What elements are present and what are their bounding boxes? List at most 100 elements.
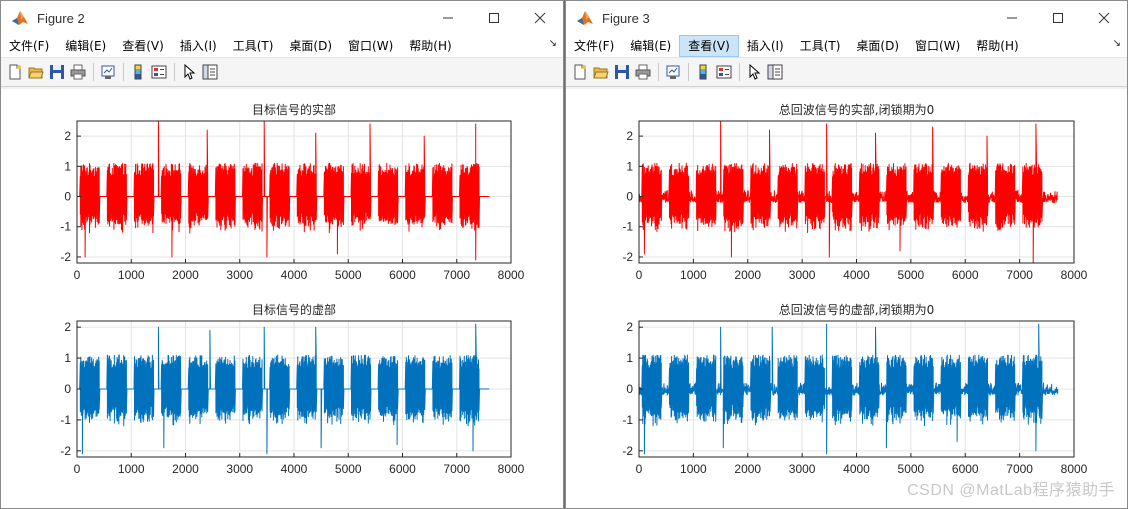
figure-3-window[interactable]: Figure 3 文件(F) 编辑(E) 查看(V) 插入(I) 工具(T) 桌… <box>565 0 1128 509</box>
menu-desktop[interactable]: 桌面(D) <box>848 35 907 57</box>
chart-title: 目标信号的实部 <box>252 102 336 117</box>
matlab-icon <box>11 9 29 27</box>
figure-toolbar <box>566 58 1127 87</box>
x-tick-label: 6000 <box>952 462 979 476</box>
menu-edit[interactable]: 编辑(E) <box>622 35 679 57</box>
toolbar-separator <box>93 63 94 81</box>
open-file-icon[interactable] <box>591 62 611 82</box>
save-icon[interactable] <box>612 62 632 82</box>
y-tick-label: 1 <box>626 351 633 365</box>
figure-toolbar <box>1 58 563 87</box>
x-tick-label: 2000 <box>172 462 199 476</box>
x-tick-label: 3000 <box>789 268 816 282</box>
menu-help[interactable]: 帮助(H) <box>968 35 1026 57</box>
figure-2-window[interactable]: Figure 2 文件(F) 编辑(E) 查看(V) 插入(I) 工具(T) 桌… <box>0 0 564 509</box>
x-tick-label: 5000 <box>335 268 362 282</box>
menu-file[interactable]: 文件(F) <box>566 35 622 57</box>
menu-bar: 文件(F) 编辑(E) 查看(V) 插入(I) 工具(T) 桌面(D) 窗口(W… <box>1 35 563 58</box>
open-file-icon[interactable] <box>26 62 46 82</box>
menu-window[interactable]: 窗口(W) <box>907 35 968 57</box>
menu-overflow-icon[interactable]: ↘ <box>1113 38 1121 49</box>
x-tick-label: 2000 <box>172 268 199 282</box>
x-tick-label: 3000 <box>789 462 816 476</box>
x-tick-label: 6000 <box>389 462 416 476</box>
figure-canvas[interactable]: 0 1000 2000 3000 4000 5000 6000 7000 8000 -2 -1 0 1 2… <box>1 89 563 508</box>
y-tick-label: -2 <box>622 444 633 458</box>
print-icon[interactable] <box>68 62 88 82</box>
toolbar-separator <box>739 63 740 81</box>
x-tick-label: 2000 <box>734 268 761 282</box>
y-tick-label: 1 <box>64 351 71 365</box>
print-icon[interactable] <box>633 62 653 82</box>
link-plot-icon[interactable] <box>663 62 683 82</box>
x-tick-label: 0 <box>74 462 81 476</box>
close-button[interactable] <box>517 1 563 35</box>
y-tick-label: 2 <box>626 129 633 143</box>
edit-plot-icon[interactable] <box>179 62 199 82</box>
x-tick-label: 6000 <box>389 268 416 282</box>
menu-tools[interactable]: 工具(T) <box>225 35 282 57</box>
menu-help[interactable]: 帮助(H) <box>401 35 459 57</box>
edit-plot-icon[interactable] <box>744 62 764 82</box>
x-tick-label: 8000 <box>498 268 525 282</box>
menu-desktop[interactable]: 桌面(D) <box>281 35 340 57</box>
y-tick-label: -2 <box>60 444 71 458</box>
plot-canvas[interactable]: 0 1000 2000 3000 4000 5000 6000 7000 8000 -2 -1 0 1 2… <box>1 89 564 509</box>
x-tick-label: 1000 <box>118 268 145 282</box>
plot-canvas[interactable]: 0 1000 2000 3000 4000 5000 6000 7000 8000 -2 -1 0 1 2… <box>566 89 1128 509</box>
link-plot-icon[interactable] <box>98 62 118 82</box>
title-bar[interactable]: Figure 3 <box>566 1 1127 35</box>
toolbar-separator <box>688 63 689 81</box>
minimize-button[interactable] <box>425 1 471 35</box>
insert-colorbar-icon[interactable] <box>693 62 713 82</box>
y-tick-label: 0 <box>64 382 71 396</box>
new-figure-icon[interactable] <box>5 62 25 82</box>
new-figure-icon[interactable] <box>570 62 590 82</box>
y-tick-label: -2 <box>60 250 71 264</box>
figure-canvas[interactable]: 0 1000 2000 3000 4000 5000 6000 7000 8000 -2 -1 0 1 2… <box>566 89 1127 508</box>
menu-file[interactable]: 文件(F) <box>1 35 57 57</box>
maximize-button[interactable] <box>471 1 517 35</box>
title-bar[interactable]: Figure 2 <box>1 1 563 35</box>
x-tick-label: 7000 <box>443 462 470 476</box>
insert-legend-icon[interactable] <box>149 62 169 82</box>
menu-edit[interactable]: 编辑(E) <box>57 35 114 57</box>
y-tick-label: 2 <box>626 320 633 334</box>
insert-legend-icon[interactable] <box>714 62 734 82</box>
y-tick-label: 1 <box>64 159 71 173</box>
menu-insert[interactable]: 插入(I) <box>739 35 792 57</box>
watermark: CSDN @MatLab程序猿助手 <box>907 482 1115 499</box>
y-tick-label: 0 <box>64 190 71 204</box>
x-tick-label: 1000 <box>680 462 707 476</box>
menu-overflow-icon[interactable]: ↘ <box>549 38 557 49</box>
menu-insert[interactable]: 插入(I) <box>172 35 225 57</box>
chart-title: 总回波信号的实部,闭锁期为0 <box>779 102 934 117</box>
menu-bar: 文件(F) 编辑(E) 查看(V) 插入(I) 工具(T) 桌面(D) 窗口(W… <box>566 35 1127 58</box>
toolbar-separator <box>123 63 124 81</box>
menu-window[interactable]: 窗口(W) <box>340 35 401 57</box>
menu-tools[interactable]: 工具(T) <box>792 35 849 57</box>
minimize-button[interactable] <box>989 1 1035 35</box>
chart-title: 目标信号的虚部 <box>252 302 336 317</box>
property-inspector-icon[interactable] <box>765 62 785 82</box>
menu-view[interactable]: 查看(V) <box>114 35 172 57</box>
y-tick-label: 1 <box>626 159 633 173</box>
y-tick-label: -1 <box>60 413 71 427</box>
window-title: Figure 2 <box>37 10 85 26</box>
x-tick-label: 8000 <box>1061 462 1088 476</box>
maximize-button[interactable] <box>1035 1 1081 35</box>
save-icon[interactable] <box>47 62 67 82</box>
toolbar-separator <box>174 63 175 81</box>
toolbar-separator <box>658 63 659 81</box>
menu-view[interactable]: 查看(V) <box>679 35 739 57</box>
close-button[interactable] <box>1081 1 1127 35</box>
y-tick-label: 2 <box>64 320 71 334</box>
x-tick-label: 0 <box>636 268 643 282</box>
matlab-icon <box>576 9 594 27</box>
insert-colorbar-icon[interactable] <box>128 62 148 82</box>
x-tick-label: 8000 <box>1061 268 1088 282</box>
property-inspector-icon[interactable] <box>200 62 220 82</box>
x-tick-label: 7000 <box>1006 268 1033 282</box>
x-tick-label: 4000 <box>843 268 870 282</box>
x-tick-label: 7000 <box>1006 462 1033 476</box>
